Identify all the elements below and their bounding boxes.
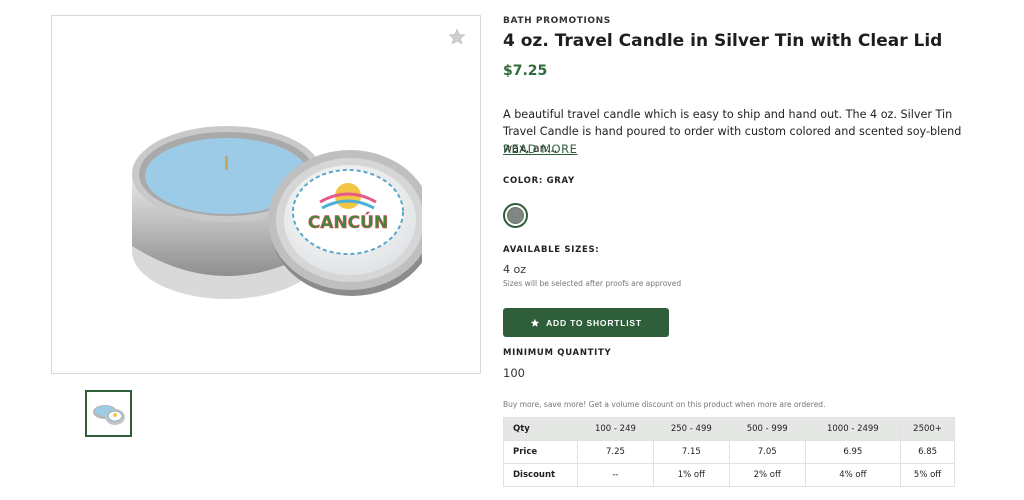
color-label: COLOR: GRAY (503, 176, 575, 186)
table-row-price: Price 7.25 7.15 7.05 6.95 6.85 (503, 440, 955, 464)
product-title: 4 oz. Travel Candle in Silver Tin with C… (503, 31, 943, 51)
table-cell: 6.85 (900, 440, 955, 464)
minimum-quantity-value: 100 (503, 366, 525, 380)
available-sizes-label: AVAILABLE SIZES: (503, 245, 600, 255)
size-value: 4 oz (503, 263, 526, 276)
swatch-fill (507, 207, 524, 224)
table-cell: 2% off (728, 463, 806, 487)
table-cell: Price (503, 440, 578, 464)
add-to-shortlist-button[interactable]: ADD TO SHORTLIST (503, 308, 669, 337)
shortlist-label: ADD TO SHORTLIST (546, 317, 642, 328)
table-cell: 500 - 999 (728, 417, 806, 441)
volume-pricing-table: Qty 100 - 249 250 - 499 500 - 999 1000 -… (503, 417, 955, 487)
table-cell: 4% off (804, 463, 902, 487)
table-cell: 1000 - 2499 (804, 417, 902, 441)
table-cell: 100 - 249 (577, 417, 654, 441)
star-icon (530, 318, 540, 327)
table-cell: 1% off (652, 463, 730, 487)
thumbnail-candle-icon (92, 404, 125, 425)
table-cell: 7.15 (652, 440, 730, 464)
color-swatch-gray[interactable] (503, 203, 528, 228)
table-cell: Discount (503, 463, 578, 487)
table-cell: 6.95 (804, 440, 902, 464)
thumbnail-image[interactable] (85, 390, 132, 437)
brand-name[interactable]: BATH PROMOTIONS (503, 16, 611, 26)
table-cell: 5% off (900, 463, 955, 487)
size-note: Sizes will be selected after proofs are … (503, 279, 682, 288)
table-cell: Qty (503, 417, 578, 441)
read-more-link[interactable]: READ MORE (503, 142, 577, 156)
product-image-panel: CANCÚN (51, 15, 481, 374)
volume-discount-note: Buy more, save more! Get a volume discou… (503, 400, 826, 409)
table-cell: 250 - 499 (652, 417, 730, 441)
table-cell: 7.05 (728, 440, 806, 464)
minimum-quantity-label: MINIMUM QUANTITY (503, 348, 612, 358)
table-header-row: Qty 100 - 249 250 - 499 500 - 999 1000 -… (503, 417, 955, 441)
table-cell: -- (577, 463, 654, 487)
table-cell: 2500+ (900, 417, 955, 441)
favorite-star-icon[interactable] (448, 28, 466, 46)
table-row-discount: Discount -- 1% off 2% off 4% off 5% off (503, 463, 955, 487)
product-image: CANCÚN (132, 126, 422, 299)
table-cell: 7.25 (577, 440, 654, 464)
product-price: $7.25 (503, 63, 548, 79)
logo-text: CANCÚN (308, 211, 388, 233)
